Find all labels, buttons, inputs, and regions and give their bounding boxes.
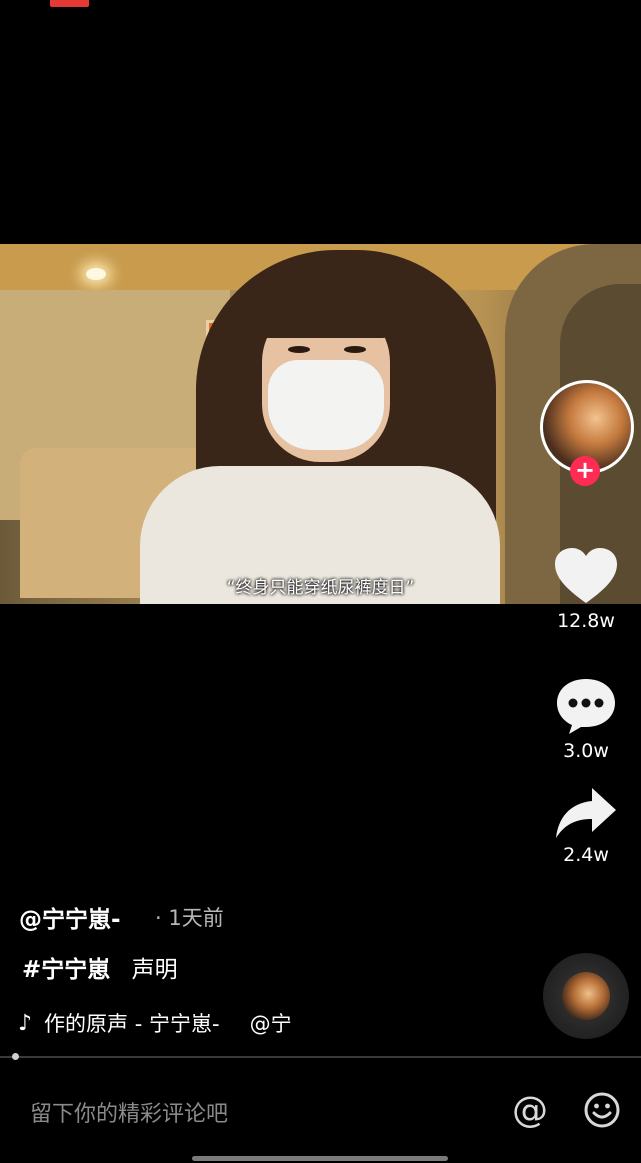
- comment-bar: 留下你的精彩评论吧 @: [0, 1082, 641, 1142]
- music-disc-cover: [562, 972, 610, 1020]
- hashtag-link[interactable]: #宁宁崽: [22, 957, 110, 983]
- music-title[interactable]: 作的原声 - 宁宁崽-: [44, 1008, 220, 1038]
- share-count: 2.4w: [563, 844, 609, 866]
- person-eye-right: [344, 346, 366, 353]
- video-progress-track[interactable]: [0, 1056, 641, 1058]
- music-disc[interactable]: [543, 953, 629, 1039]
- comment-button[interactable]: 3.0w: [548, 676, 624, 762]
- share-icon: [556, 788, 616, 838]
- home-indicator[interactable]: [192, 1156, 448, 1161]
- person-eye-left: [288, 346, 310, 353]
- scene-lamp: [86, 268, 106, 280]
- like-count: 12.8w: [557, 610, 615, 632]
- comment-input[interactable]: 留下你的精彩评论吧: [30, 1096, 228, 1128]
- video-progress-handle[interactable]: [12, 1053, 19, 1060]
- share-button[interactable]: 2.4w: [548, 786, 624, 866]
- status-indicator: [50, 0, 89, 7]
- music-mention[interactable]: @宁: [250, 1008, 292, 1038]
- like-button[interactable]: 12.8w: [548, 546, 624, 632]
- at-icon[interactable]: @: [512, 1090, 548, 1131]
- comment-count: 3.0w: [563, 740, 609, 762]
- emoji-icon[interactable]: [584, 1092, 620, 1128]
- video-subtitle: “终身只能穿纸尿裤度日”: [226, 578, 415, 598]
- person-face-mask: [268, 360, 384, 450]
- post-caption: #宁宁崽 声明: [22, 950, 178, 984]
- post-time: · 1天前: [155, 906, 224, 930]
- comment-icon: [557, 679, 615, 734]
- author-handle[interactable]: @宁宁崽-: [19, 900, 121, 934]
- follow-button[interactable]: +: [570, 456, 600, 486]
- creator-avatar-group[interactable]: +: [540, 380, 634, 486]
- music-row[interactable]: ♪ 作的原声 - 宁宁崽- @宁: [18, 1008, 292, 1038]
- caption-text: 声明: [131, 957, 178, 983]
- heart-icon: [555, 548, 617, 603]
- music-note-icon: ♪: [18, 1010, 33, 1036]
